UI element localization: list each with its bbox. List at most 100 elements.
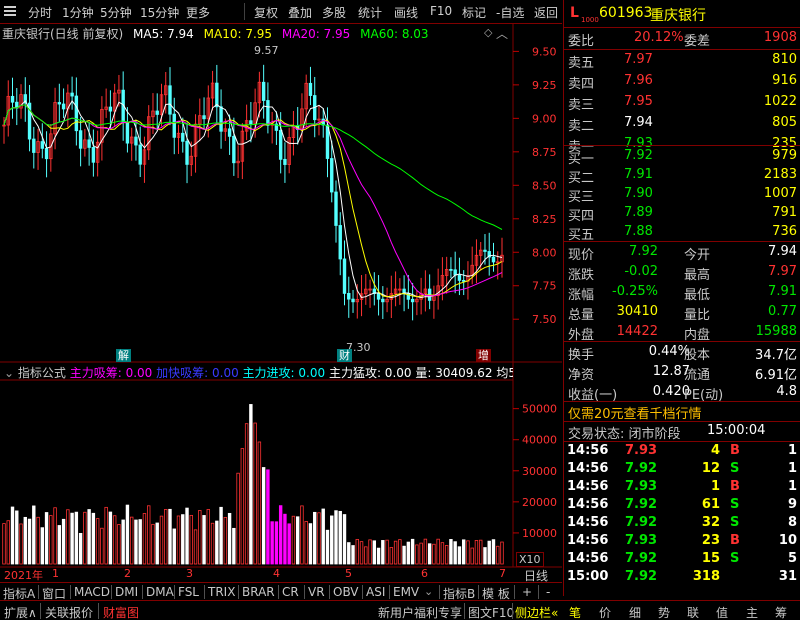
bid-row[interactable]: 买一 7.92 979: [564, 146, 800, 167]
tab-obv[interactable]: OBV: [333, 585, 359, 599]
event-marker-cai[interactable]: 财: [337, 349, 352, 362]
new-user-promo-link[interactable]: 新用户福利专享: [378, 604, 462, 620]
tab-asi[interactable]: ASI: [366, 585, 385, 599]
tab-zhi[interactable]: 值: [716, 604, 728, 620]
volume-bar: [40, 527, 45, 565]
volume-bar: [491, 539, 496, 565]
volume-bar: [427, 543, 432, 565]
related-quotes-button[interactable]: 关联报价: [45, 604, 93, 620]
toolbar-btn-f10[interactable]: F10: [430, 4, 452, 18]
toolbar-btn-huaxian[interactable]: 画线: [394, 4, 418, 21]
indicator-name[interactable]: 指标公式: [18, 366, 66, 380]
toolbar-btn-fuquan[interactable]: 复权: [254, 4, 278, 21]
volume-bar: [227, 512, 232, 565]
kline-chart-svg[interactable]: 9.50 9.25 9.00 8.75 8.50 8.25 8.00 7.75 7.50 5000…: [0, 24, 562, 582]
bid-volume: 736: [772, 224, 797, 239]
tab-dma[interactable]: DMA: [146, 585, 174, 599]
tab-macd[interactable]: MACD: [74, 585, 110, 599]
tab-chou[interactable]: 筹: [775, 604, 787, 620]
event-marker-jie[interactable]: 解: [116, 349, 131, 362]
chevron-down-icon[interactable]: ⌄: [424, 585, 433, 598]
volume-bar: [338, 510, 342, 565]
bid-row[interactable]: 买三 7.90 1007: [564, 184, 800, 205]
toolbar-btn-15min[interactable]: 15分钟: [140, 4, 179, 21]
quote-panel: L 1000 601963 重庆银行 委比 20.12% 委差 1908 卖五 …: [563, 0, 800, 596]
toolbar-btn-back[interactable]: 返回: [534, 4, 558, 21]
tab-remove[interactable]: -: [546, 585, 550, 599]
f10-button[interactable]: 图文F10: [468, 604, 514, 620]
tab-fsl[interactable]: FSL: [178, 585, 199, 599]
tab-cr[interactable]: CR: [282, 585, 299, 599]
volume-bar: [423, 538, 428, 565]
volume-bar: [53, 507, 57, 565]
volume-bar: [159, 515, 164, 565]
expand-button[interactable]: 扩展∧: [4, 604, 37, 620]
toolbar-btn-1min[interactable]: 1分钟: [62, 4, 94, 21]
toolbar-btn-diejia[interactable]: 叠加: [288, 4, 312, 21]
tab-add[interactable]: +: [522, 585, 532, 599]
diamond-icon[interactable]: ◇: [484, 26, 492, 39]
trade-status-time: 15:00:04: [707, 423, 766, 438]
tab-shi[interactable]: 势: [658, 604, 670, 620]
toolbar-btn-duogu[interactable]: 多股: [322, 4, 346, 21]
tab-dmi[interactable]: DMI: [115, 585, 138, 599]
menu-icon[interactable]: [4, 6, 16, 17]
ask-row[interactable]: 卖四 7.96 916: [564, 71, 800, 92]
volume-bar: [342, 514, 347, 565]
volume-bar: [176, 515, 181, 565]
stock-name: 重庆银行: [650, 8, 706, 24]
indicator-field: 主力进攻: 0.00: [242, 366, 326, 380]
candle-body: [138, 144, 142, 165]
bid-row[interactable]: 买四 7.89 791: [564, 203, 800, 224]
ask-row[interactable]: 卖五 7.97 810: [564, 50, 800, 71]
candle-body: [266, 100, 270, 126]
volume-bar: [368, 539, 372, 565]
tab-xi[interactable]: 细: [629, 604, 641, 620]
ask-row[interactable]: 卖二 7.94 805: [564, 113, 800, 134]
ask-volume: 805: [772, 115, 797, 130]
bid-row[interactable]: 买二 7.91 2183: [564, 165, 800, 186]
candle-body: [376, 293, 381, 300]
wealth-chart-button[interactable]: 财富图: [103, 604, 139, 620]
volume-bar: [496, 545, 500, 565]
tab-trix[interactable]: TRIX: [208, 585, 235, 599]
sidebar-toggle-button[interactable]: 侧边栏«: [515, 604, 558, 620]
volume-bar: [185, 507, 189, 565]
toolbar-divider: [244, 3, 245, 20]
tick-side: B: [730, 479, 740, 494]
promo-row[interactable]: 仅需20元查看千档行情: [564, 401, 800, 422]
price-tick-label: 8.00: [532, 246, 557, 259]
ask-row[interactable]: 卖三 7.95 1022: [564, 92, 800, 113]
toolbar-btn-tongji[interactable]: 统计: [358, 4, 382, 21]
toolbar-btn-biaoji[interactable]: 标记: [462, 4, 486, 21]
chevron-up-icon[interactable]: ︿: [496, 25, 508, 42]
volume-tick-label: 50000: [522, 403, 557, 416]
candle-body: [40, 141, 45, 149]
tab-jia[interactable]: 价: [599, 604, 611, 620]
tab-lian[interactable]: 联: [687, 604, 699, 620]
promo-link[interactable]: 仅需20元查看千档行情: [568, 403, 702, 422]
toolbar-btn-5min[interactable]: 5分钟: [100, 4, 132, 21]
quote-header: L 1000 601963 重庆银行: [564, 4, 800, 26]
tick-count: 1: [787, 443, 797, 458]
volume-bar: [291, 515, 296, 565]
tab-vr[interactable]: VR: [308, 585, 325, 599]
chevron-down-icon[interactable]: ⌄: [4, 366, 14, 380]
tab-divider: [70, 585, 71, 599]
event-marker-zeng[interactable]: 增: [476, 349, 491, 362]
tick-volume: 1: [710, 479, 720, 494]
volume-bar: [304, 521, 308, 565]
toolbar-btn-zixuan[interactable]: -自选: [496, 4, 524, 21]
volume-bar: [321, 508, 325, 565]
toolbar-btn-fenshi[interactable]: 分时: [28, 4, 52, 21]
tab-brar[interactable]: BRAR: [242, 585, 275, 599]
toolbar-btn-more[interactable]: 更多: [186, 4, 210, 21]
tab-zhu[interactable]: 主: [746, 604, 758, 620]
tab-bi[interactable]: 笔: [569, 604, 581, 620]
bid-row[interactable]: 买五 7.88 736: [564, 222, 800, 243]
volume-bar: [87, 509, 91, 565]
kline-chart-area[interactable]: 9.50 9.25 9.00 8.75 8.50 8.25 8.00 7.75 7.50 5000…: [0, 24, 562, 596]
candle-body: [74, 95, 79, 132]
tab-emv[interactable]: EMV: [393, 585, 419, 599]
volume-bar: [270, 521, 274, 565]
